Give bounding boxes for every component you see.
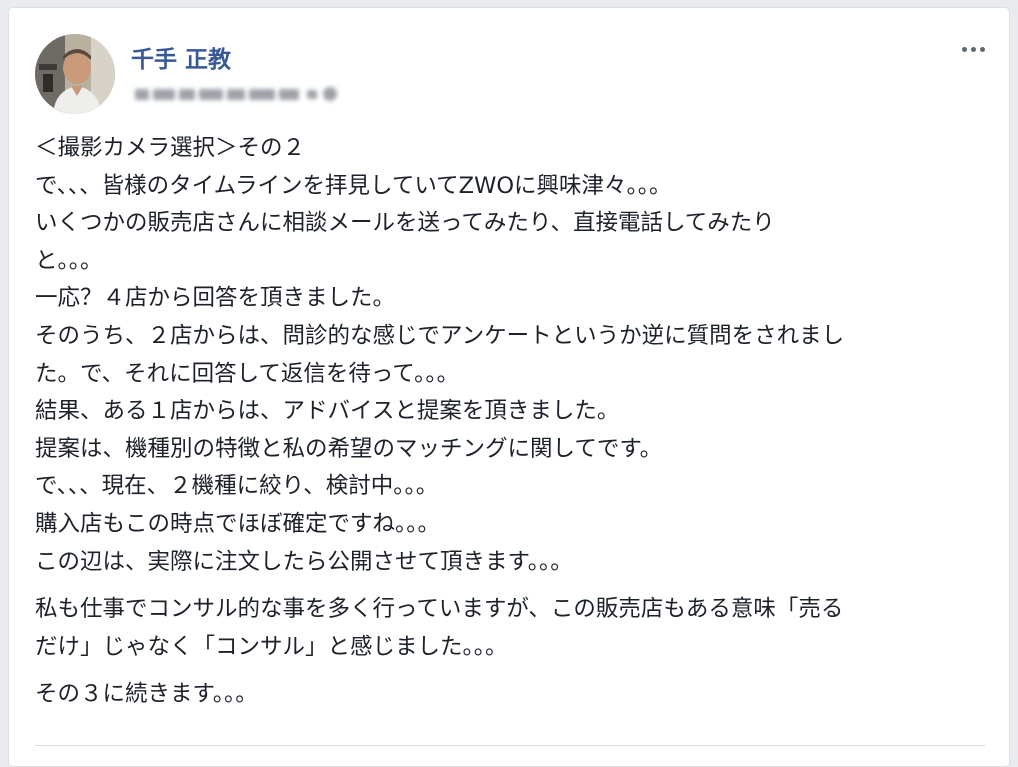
more-options-icon	[970, 46, 976, 52]
timestamp-blurred[interactable]	[131, 82, 351, 106]
blurred-timestamp-graphic	[135, 87, 337, 101]
post-paragraph: 私も仕事でコンサル的な事を多く行っていますが、この販売店もある意味「売る だけ」…	[35, 596, 844, 660]
author-name[interactable]: 千手 正教	[131, 40, 231, 74]
more-options-icon	[961, 46, 967, 52]
post-paragraph: その３に続きます。。。	[35, 681, 258, 708]
more-options-button[interactable]	[955, 38, 991, 60]
avatar[interactable]	[35, 34, 115, 114]
profile-photo	[35, 34, 115, 114]
post-paragraph: ＜撮影カメラ選択＞その２ で、、、皆様のタイムラインを拝見していてZWOに興味津…	[35, 135, 845, 575]
post-card: 千手 正教 ＜撮影カメラ選択＞その２ で、、、皆様のタイムラインを拝見していてZ…	[8, 7, 1010, 767]
post-body: ＜撮影カメラ選択＞その２ で、、、皆様のタイムラインを拝見していてZWOに興味津…	[35, 130, 985, 714]
more-options-icon	[979, 46, 985, 52]
divider	[35, 745, 985, 746]
